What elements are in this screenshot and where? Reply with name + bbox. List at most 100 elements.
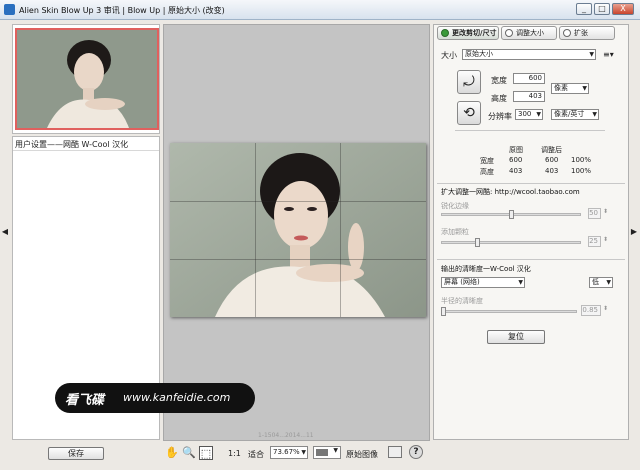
zoom-select[interactable]: 73.67% ▼ <box>270 446 308 459</box>
size-label: 大小 <box>441 51 457 60</box>
grain-value[interactable]: 25 <box>588 236 601 247</box>
resolution-unit-select[interactable]: 像素/英寸 ▼ <box>551 109 599 120</box>
output-target-value: 屏幕 (网络) <box>444 278 480 286</box>
output-section-title: 输出的清晰度一W-Cool 汉化 <box>441 265 531 273</box>
save-button[interactable]: 保存 <box>48 447 104 460</box>
window-title: Alien Skin Blow Up 3 审讯 | Blow Up | 原始大小… <box>19 6 225 15</box>
sharpen-value[interactable]: 50 <box>588 208 601 219</box>
radius-value[interactable]: 0.85 <box>581 305 601 316</box>
grain-slider-thumb[interactable] <box>474 238 480 247</box>
original-image-label: 原始图像 <box>346 450 378 459</box>
sharpness-level-value: 低 <box>592 278 599 286</box>
chevron-down-icon: ▼ <box>333 447 338 454</box>
height-label: 高度 <box>491 94 507 103</box>
divider <box>455 130 605 131</box>
divider <box>437 259 625 260</box>
title-bar: Alien Skin Blow Up 3 审讯 | Blow Up | 原始大小… <box>0 0 640 20</box>
tab-resize[interactable]: 调整大小 <box>501 26 557 40</box>
spin-arrows-icon[interactable]: ⬍ <box>603 236 608 243</box>
close-button[interactable]: X <box>612 3 634 15</box>
chevron-down-icon: ▼ <box>536 111 541 118</box>
color-swatch <box>316 449 328 456</box>
sharpen-label: 锐化边缘 <box>441 202 469 210</box>
zoom-tool-icon[interactable]: 🔍 <box>182 446 196 460</box>
grain-label: 添加颗粒 <box>441 228 469 236</box>
radius-slider-thumb[interactable] <box>441 307 446 316</box>
reset-crop-icon[interactable]: ⟲ <box>457 101 481 125</box>
preview-area[interactable] <box>163 24 430 441</box>
spin-arrows-icon[interactable]: ⬍ <box>603 208 608 215</box>
table-cell: 100% <box>571 167 592 175</box>
maximize-button[interactable]: □ <box>594 3 610 15</box>
radio-off-icon <box>563 29 571 37</box>
divider <box>437 183 625 184</box>
tab-expand[interactable]: 扩张 <box>559 26 615 40</box>
radio-on-icon <box>441 29 449 37</box>
radius-slider-track[interactable] <box>441 310 577 313</box>
resolution-value: 300 <box>518 110 532 118</box>
tab-label: 扩张 <box>574 29 588 37</box>
tab-label: 更改剪切/尺寸 <box>452 29 497 37</box>
grain-slider-track[interactable] <box>441 241 581 244</box>
width-label: 宽度 <box>491 76 507 85</box>
crop-tool-icon[interactable]: ⬚ <box>199 446 213 460</box>
size-select[interactable]: 原始大小 ▼ <box>462 49 596 60</box>
enlarge-section-title: 扩大调整一网酷: http://wcool.taobao.com <box>441 188 580 196</box>
background-color-select[interactable]: ▼ <box>313 446 341 459</box>
preset-thumbnail[interactable] <box>15 28 159 130</box>
table-cell: 100% <box>571 156 592 164</box>
help-icon[interactable]: ? <box>409 445 423 459</box>
radio-off-icon <box>505 29 513 37</box>
height-input[interactable]: 403 <box>513 91 545 102</box>
sharpness-level-select[interactable]: 低 ▼ <box>589 277 613 288</box>
unit-select-value: 像素 <box>554 84 568 92</box>
watermark-brand: 看飞碟 <box>65 393 105 408</box>
fit-button[interactable]: 适合 <box>248 449 264 460</box>
table-header-adjusted: 调整后 <box>541 146 562 154</box>
window-controls: _ □ X <box>574 3 634 15</box>
one-to-one-button[interactable]: 1:1 <box>228 449 241 458</box>
preset-item-wcool[interactable]: 用户设置——网酷 W-Cool 汉化 <box>13 139 159 151</box>
compare-original-icon[interactable] <box>388 446 402 458</box>
chevron-down-icon: ▼ <box>606 279 611 286</box>
zoom-value: 73.67% <box>273 448 300 456</box>
chevron-down-icon: ▼ <box>589 51 594 58</box>
radius-label: 半径的清晰度 <box>441 297 483 305</box>
chevron-down-icon: ▼ <box>592 111 597 118</box>
chevron-down-icon: ▼ <box>582 85 587 92</box>
collapse-left-arrow-icon[interactable]: ◀ <box>1 227 9 237</box>
rotate-crop-icon[interactable]: ⤾ <box>457 70 481 94</box>
menu-icon[interactable]: ≡▾ <box>603 50 614 59</box>
preview-photo-image <box>170 143 426 317</box>
crop-grid-line <box>255 143 256 317</box>
sharpen-slider-thumb[interactable] <box>508 210 514 219</box>
preview-photo[interactable] <box>170 143 426 317</box>
watermark-subtext: 1-1504...2014...11 <box>258 432 314 439</box>
hand-tool-icon[interactable]: ✋ <box>165 446 179 460</box>
table-cell: 403 <box>545 167 559 175</box>
tab-label: 调整大小 <box>516 29 544 37</box>
watermark-url: www.kanfeidie.com <box>123 391 231 404</box>
resolution-unit-value: 像素/英寸 <box>554 110 585 118</box>
table-row-label: 高度 <box>480 168 494 176</box>
reset-button[interactable]: 复位 <box>487 330 545 344</box>
chevron-down-icon: ▼ <box>301 449 306 456</box>
resolution-label: 分辨率 <box>488 112 512 121</box>
spin-arrows-icon[interactable]: ⬍ <box>603 305 608 312</box>
table-cell: 600 <box>509 156 523 164</box>
collapse-right-arrow-icon[interactable]: ▶ <box>630 227 638 237</box>
width-input[interactable]: 600 <box>513 73 545 84</box>
app-icon <box>4 4 15 15</box>
resolution-select[interactable]: 300 ▼ <box>515 109 543 120</box>
unit-select[interactable]: 像素 ▼ <box>551 83 589 94</box>
watermark-banner: 看飞碟 www.kanfeidie.com <box>55 383 255 413</box>
table-header-original: 原图 <box>509 146 523 154</box>
output-target-select[interactable]: 屏幕 (网络) ▼ <box>441 277 525 288</box>
crop-grid-line <box>170 201 426 202</box>
tab-crop-size[interactable]: 更改剪切/尺寸 <box>437 26 499 40</box>
crop-grid-line <box>340 143 341 317</box>
size-select-value: 原始大小 <box>465 50 493 58</box>
thumbnail-panel <box>12 24 160 134</box>
thumbnail-photo <box>17 30 157 128</box>
minimize-button[interactable]: _ <box>576 3 592 15</box>
